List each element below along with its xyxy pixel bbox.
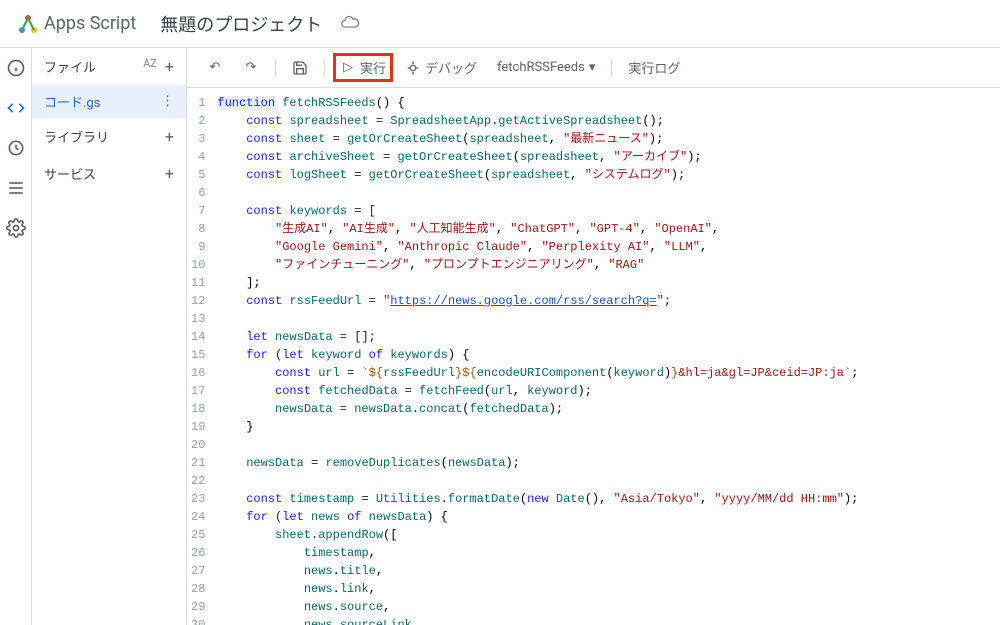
redo-button[interactable]: ↷ [235,56,267,80]
rail-settings-icon[interactable] [4,216,28,240]
chevron-down-icon: ▾ [589,60,596,75]
files-label: ファイル [44,57,96,76]
debug-icon [405,60,421,76]
code-line[interactable]: "Google Gemini", "Anthropic Claude", "Pe… [217,238,858,256]
rail-executions-icon[interactable] [4,176,28,200]
code-area[interactable]: function fetchRSSFeeds() { const spreads… [213,88,858,625]
run-button[interactable]: ▷ 実行 [333,53,393,82]
play-icon: ▷ [340,60,356,76]
code-line[interactable] [217,184,858,202]
code-line[interactable]: const timestamp = Utilities.formatDate(n… [217,490,858,508]
services-header: サービス + [32,155,186,192]
code-line[interactable] [217,472,858,490]
code-line[interactable]: for (let news of newsData) { [217,508,858,526]
rail-editor-icon[interactable] [4,96,28,120]
debug-label: デバッグ [425,58,477,77]
undo-icon: ↶ [207,60,223,76]
line-gutter: 1234567891011121314151617181920212223242… [187,88,213,625]
code-line[interactable]: "生成AI", "AI生成", "人工知能生成", "ChatGPT", "GP… [217,220,858,238]
add-file-button[interactable]: + [165,57,174,76]
code-line[interactable]: for (let keyword of keywords) { [217,346,858,364]
code-line[interactable]: const fetchedData = fetchFeed(url, keywo… [217,382,858,400]
code-line[interactable]: const spreadsheet = SpreadsheetApp.getAc… [217,112,858,130]
separator [275,59,276,77]
code-line[interactable]: news.source, [217,598,858,616]
code-line[interactable]: news.sourceLink, [217,616,858,625]
code-editor[interactable]: 1234567891011121314151617181920212223242… [187,88,1000,625]
code-line[interactable]: const sheet = getOrCreateSheet(spreadshe… [217,130,858,148]
libraries-label: ライブラリ [44,127,109,146]
code-line[interactable] [217,310,858,328]
project-name[interactable]: 無題のプロジェクト [160,11,322,37]
code-line[interactable]: news.title, [217,562,858,580]
function-name: fetchRSSFeeds [497,60,585,75]
code-line[interactable] [217,436,858,454]
function-select[interactable]: fetchRSSFeeds ▾ [489,56,603,79]
add-service-button[interactable]: + [165,164,174,183]
code-line[interactable]: function fetchRSSFeeds() { [217,94,858,112]
code-line[interactable]: const url = `${rssFeedUrl}${encodeURICom… [217,364,858,382]
sort-icon[interactable]: AZ [143,57,157,76]
separator [324,59,325,77]
logo: Apps Script [16,12,136,36]
code-line[interactable]: const rssFeedUrl = "https://news.google.… [217,292,858,310]
file-item-code-gs[interactable]: コード.gs ⋮ [32,85,186,118]
services-label: サービス [44,164,96,183]
undo-button[interactable]: ↶ [199,56,231,80]
sidebar: ファイル AZ + コード.gs ⋮ ライブラリ + サービス + [32,48,187,625]
debug-button[interactable]: デバッグ [397,54,485,81]
add-library-button[interactable]: + [165,127,174,146]
file-menu-icon[interactable]: ⋮ [161,94,174,109]
header: Apps Script 無題のプロジェクト [0,0,1000,48]
code-line[interactable]: let newsData = []; [217,328,858,346]
cloud-status-icon [340,12,360,36]
left-rail [0,48,32,625]
log-label: 実行ログ [628,58,680,77]
save-button[interactable] [284,56,316,80]
run-label: 実行 [360,58,386,77]
code-line[interactable]: timestamp, [217,544,858,562]
code-line[interactable]: const logSheet = getOrCreateSheet(spread… [217,166,858,184]
files-header: ファイル AZ + [32,48,186,85]
redo-icon: ↷ [243,60,259,76]
apps-script-logo-icon [16,12,40,36]
code-line[interactable]: const keywords = [ [217,202,858,220]
code-line[interactable]: news.link, [217,580,858,598]
code-line[interactable]: newsData = removeDuplicates(newsData); [217,454,858,472]
product-name: Apps Script [44,13,136,34]
code-line[interactable]: const archiveSheet = getOrCreateSheet(sp… [217,148,858,166]
libraries-header: ライブラリ + [32,118,186,155]
rail-overview-icon[interactable] [4,56,28,80]
code-line[interactable]: newsData = newsData.concat(fetchedData); [217,400,858,418]
toolbar: ↶ ↷ ▷ 実行 デバッグ fetchRSSFeeds ▾ 実行ログ [187,48,1000,88]
code-line[interactable]: ]; [217,274,858,292]
code-line[interactable]: "ファインチューニング", "プロンプトエンジニアリング", "RAG" [217,256,858,274]
separator [611,59,612,77]
save-icon [292,60,308,76]
file-name: コード.gs [44,92,100,111]
execution-log-button[interactable]: 実行ログ [620,54,688,81]
code-line[interactable]: sheet.appendRow([ [217,526,858,544]
code-line[interactable]: } [217,418,858,436]
rail-triggers-icon[interactable] [4,136,28,160]
